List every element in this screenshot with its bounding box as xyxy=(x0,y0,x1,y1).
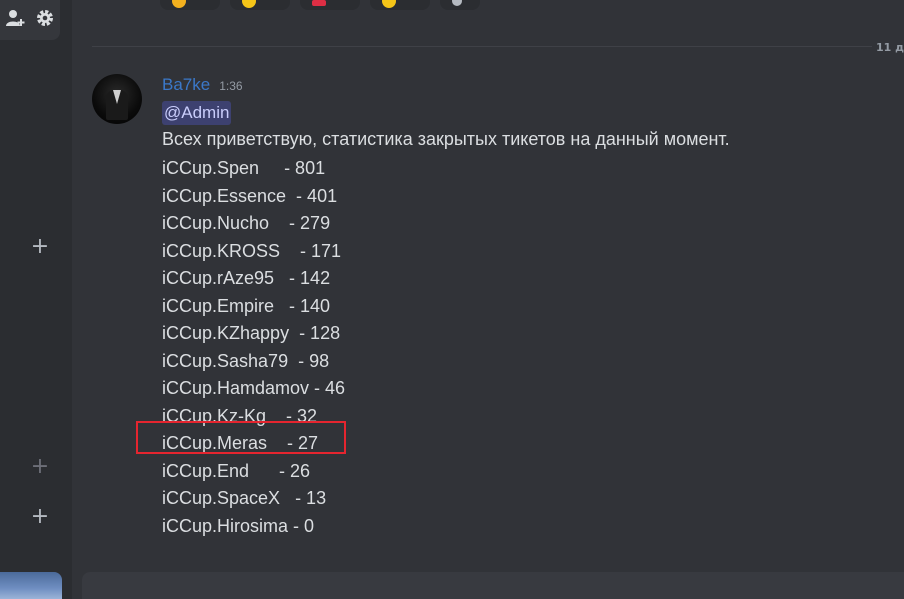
gear-icon[interactable] xyxy=(36,9,54,31)
stats-row: iCCup.Nucho - 279 xyxy=(162,213,331,233)
emoji-icon xyxy=(312,0,326,6)
reaction[interactable] xyxy=(300,0,360,10)
add-icon[interactable]: + xyxy=(28,505,52,529)
add-friend-icon[interactable] xyxy=(6,9,26,31)
message-header: Ba7ke 1:36 xyxy=(162,75,243,95)
stats-row: iCCup.Hamdamov - 46 xyxy=(162,378,346,398)
message-composer[interactable] xyxy=(82,572,904,599)
add-reaction-icon xyxy=(452,0,462,6)
reaction[interactable] xyxy=(370,0,430,10)
sidebar: + + + xyxy=(0,0,72,599)
stats-row: iCCup.Empire - 140 xyxy=(162,295,331,316)
stats-row: iCCup.rAze95 - 142 xyxy=(162,268,331,288)
author-name[interactable]: Ba7ke xyxy=(162,75,210,95)
reaction[interactable] xyxy=(230,0,290,10)
date-divider xyxy=(92,46,872,47)
stats-row: iCCup.KROSS - 171 xyxy=(162,240,342,261)
ticket-stats-list: iCCup.Spen - 801 iCCup.Essence - 401 iCC… xyxy=(162,155,345,540)
user-controls xyxy=(0,0,60,40)
reaction-bar xyxy=(160,0,480,10)
stats-row: iCCup.Spen - 801 xyxy=(162,158,326,178)
emoji-icon xyxy=(382,0,396,8)
date-divider-label: 11 д xyxy=(875,41,904,54)
emoji-icon xyxy=(172,0,186,8)
emoji-icon xyxy=(242,0,256,8)
stats-row: iCCup.Hirosima - 0 xyxy=(162,515,315,536)
stats-row: iCCup.Sasha79 - 98 xyxy=(162,350,330,371)
role-mention[interactable]: @Admin xyxy=(162,101,232,125)
stats-row: iCCup.KZhappy - 128 xyxy=(162,323,341,343)
reaction[interactable] xyxy=(160,0,220,10)
highlight-box xyxy=(136,421,346,454)
message-text: Всех приветствую, статистика закрытых ти… xyxy=(162,129,730,149)
avatar[interactable] xyxy=(92,74,142,124)
stats-row: iCCup.Essence - 401 xyxy=(162,185,338,206)
message-timestamp[interactable]: 1:36 xyxy=(219,79,242,93)
stats-row: iCCup.End - 26 xyxy=(162,460,311,481)
server-thumbnail[interactable] xyxy=(0,572,62,599)
add-icon[interactable]: + xyxy=(28,455,52,479)
add-reaction-button[interactable] xyxy=(440,0,480,10)
stats-row: iCCup.SpaceX - 13 xyxy=(162,488,327,508)
add-icon[interactable]: + xyxy=(28,235,52,259)
